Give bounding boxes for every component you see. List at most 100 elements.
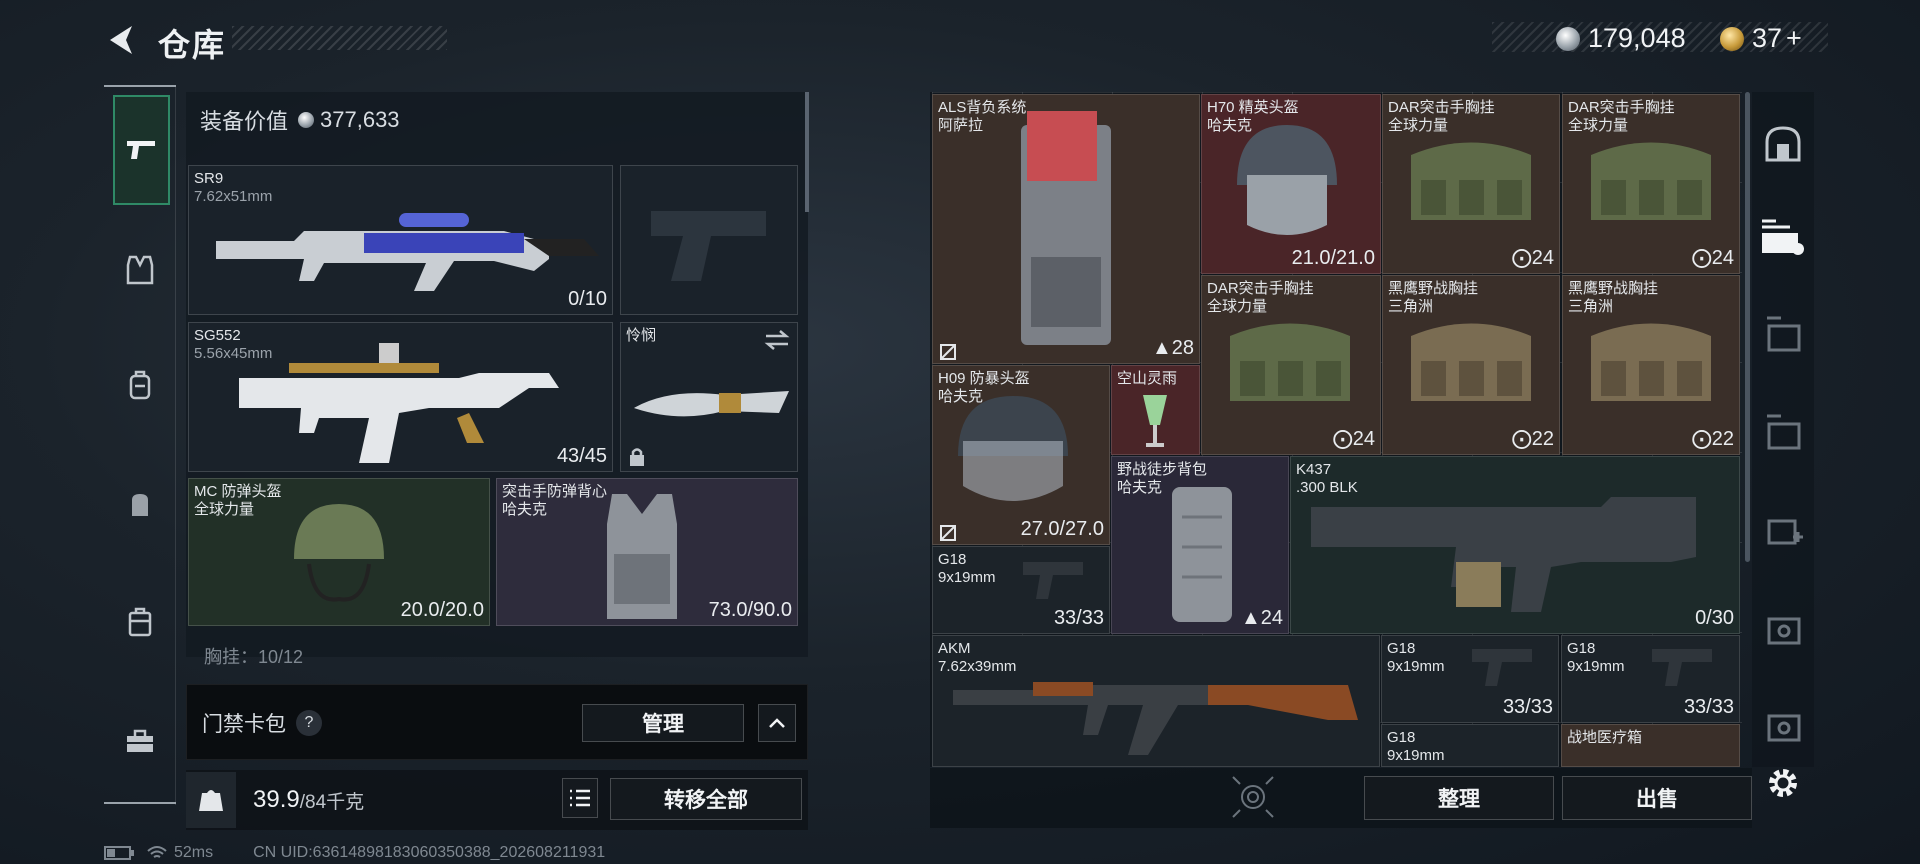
g18-pistol-icon (1652, 649, 1712, 686)
stash-item[interactable]: DAR突击手胸挂 全球力量 ⨀24 (1201, 275, 1381, 455)
k437-rifle-icon (1311, 497, 1696, 612)
stash-item[interactable]: 野战徒步背包 哈夫克 ▲24 (1111, 456, 1289, 634)
swap-arrows-icon[interactable] (764, 329, 790, 351)
storage-tab-4[interactable] (1754, 403, 1812, 461)
item-name: H70 精英头盔 (1207, 99, 1299, 116)
sidebar-tab-backpack[interactable] (112, 357, 168, 413)
ammo-count: 33/33 (1683, 696, 1734, 718)
storage-tab-shelter[interactable] (1754, 115, 1812, 173)
capacity: ⨀24 (1511, 247, 1554, 269)
h09-riot-helmet-icon (958, 396, 1068, 501)
ammo-count: 33/33 (1502, 696, 1553, 718)
field-backpack-icon (1172, 487, 1232, 622)
sell-button[interactable]: 出售 (1562, 776, 1752, 820)
storage-tab-icon (1762, 219, 1804, 255)
storage-tab-3[interactable] (1754, 305, 1812, 363)
list-view-button[interactable] (562, 778, 598, 818)
dar-chest-rig-icon (1591, 142, 1711, 220)
item-name: MC 防弹头盔 (194, 483, 282, 500)
access-card-pack-label: 门禁卡包 (202, 713, 286, 736)
gold-value: 37 (1752, 23, 1783, 53)
storage-tab-5[interactable] (1754, 500, 1812, 558)
stash-item[interactable]: 空山灵雨 (1111, 365, 1200, 455)
backpack-icon (129, 370, 151, 400)
melee-slot[interactable]: 怜悯 (620, 322, 798, 472)
mc-helmet-icon (294, 504, 384, 602)
stash-item[interactable]: G18 9x19mm 33/33 (1381, 635, 1559, 723)
sidebar-tab-pack[interactable] (112, 476, 168, 532)
sidebar-tab-case[interactable] (112, 594, 168, 650)
no-insure-icon (940, 344, 956, 360)
stash-item[interactable]: AKM 7.62x39mm (932, 635, 1380, 767)
als-backpack-icon (1021, 111, 1111, 345)
stash-item[interactable]: DAR突击手胸挂 全球力量 ⨀24 (1382, 94, 1560, 274)
drink-glass-icon (1143, 395, 1167, 447)
stash-item[interactable]: 战地医疗箱 (1561, 724, 1740, 767)
stash-item[interactable]: G18 9x19mm 33/33 (932, 546, 1110, 634)
storage-iv-icon (1767, 414, 1801, 450)
storage-iv-slot-icon (1767, 714, 1801, 742)
item-name: DAR突击手胸挂 (1207, 280, 1314, 297)
collapse-button[interactable] (758, 704, 796, 742)
item-name: 野战徒步背包 (1117, 461, 1208, 478)
gold-currency[interactable]: 37 + (1720, 23, 1802, 54)
sidebar-tab-armor[interactable] (112, 242, 168, 298)
stash-item[interactable]: DAR突击手胸挂 全球力量 ⨀24 (1562, 94, 1740, 274)
secondary-weapon-slot[interactable]: SG552 5.56x45mm 43/45 (188, 322, 613, 472)
stash-item[interactable]: 黑鹰野战胸挂 三角洲 ⨀22 (1382, 275, 1560, 455)
item-maker: 阿萨拉 (938, 117, 984, 134)
silver-currency: 179,048 (1556, 23, 1686, 54)
item-name: H09 防暴头盔 (938, 370, 1030, 387)
primary-weapon-slot[interactable]: SR9 7.62x51mm 0/10 (188, 165, 613, 315)
storage-tab-6[interactable] (1754, 598, 1812, 656)
item-name: 战地医疗箱 (1567, 729, 1643, 746)
transfer-all-button[interactable]: 转移全部 (610, 778, 802, 820)
manage-button[interactable]: 管理 (582, 704, 744, 742)
sidebar-tab-toolbox[interactable] (112, 713, 168, 769)
status-footer: 52ms CN UID:63614898183060350388_2026082… (104, 844, 605, 862)
stash-item[interactable]: ALS背负系统 阿萨拉 ▲28 (932, 94, 1200, 364)
storage-tab-7[interactable] (1754, 695, 1812, 753)
item-name: DAR突击手胸挂 (1388, 99, 1495, 116)
stash-scrollbar[interactable] (1745, 92, 1750, 562)
kg-weight-icon (199, 790, 223, 811)
equipment-scrollbar[interactable] (805, 92, 809, 212)
knife-icon (634, 391, 789, 417)
sidebar-bottom-line (104, 802, 176, 804)
wifi-icon (147, 846, 167, 858)
sidebar-tab-weapons[interactable] (113, 95, 170, 205)
stash-item[interactable]: G18 9x19mm 33/33 (1561, 635, 1740, 723)
sidebar-top-line (104, 85, 176, 87)
item-name: G18 (938, 551, 967, 568)
access-card-pack: 门禁卡包 ? (202, 708, 322, 738)
ammo-count: 0/10 (568, 288, 607, 310)
stash-item[interactable]: G18 9x19mm (1381, 724, 1559, 767)
item-maker: 三角洲 (1568, 298, 1614, 315)
stash-item[interactable]: H70 精英头盔 哈夫克 21.0/21.0 (1201, 94, 1381, 274)
silver-value: 179,048 (1588, 23, 1686, 53)
sort-button[interactable]: 整理 (1364, 776, 1554, 820)
equipment-value-label: 装备价值 (200, 109, 289, 134)
settings-button[interactable] (1754, 754, 1812, 812)
help-icon[interactable]: ? (296, 710, 322, 736)
add-gold-icon[interactable]: + (1786, 23, 1802, 54)
stash-item[interactable]: H09 防暴头盔 哈夫克 27.0/27.0 (932, 365, 1110, 545)
item-name: 怜悯 (626, 327, 657, 344)
settings-gear-icon (1769, 769, 1797, 797)
crosshair-icon[interactable] (1228, 772, 1278, 822)
helmet-slot[interactable]: MC 防弹头盔 全球力量 20.0/20.0 (188, 478, 490, 626)
sidearm-slot-empty[interactable] (620, 165, 798, 315)
item-name: SR9 (194, 170, 224, 187)
storage-iii-icon (1767, 316, 1801, 352)
case-icon (128, 607, 152, 637)
back-arrow-icon[interactable] (102, 20, 142, 60)
pistol-icon (126, 141, 155, 159)
stash-item[interactable]: K437 .300 BLK 0/30 (1290, 456, 1740, 634)
ammo-count: 33/33 (1053, 607, 1104, 629)
armor-slot[interactable]: 突击手防弹背心 哈夫克 73.0/90.0 (496, 478, 798, 626)
item-maker: 9x19mm (1387, 658, 1445, 675)
storage-tab-current[interactable] (1754, 208, 1812, 266)
akm-rifle-icon (953, 682, 1358, 755)
durability: 27.0/27.0 (1020, 518, 1104, 540)
stash-item[interactable]: 黑鹰野战胸挂 三角洲 ⨀22 (1562, 275, 1740, 455)
